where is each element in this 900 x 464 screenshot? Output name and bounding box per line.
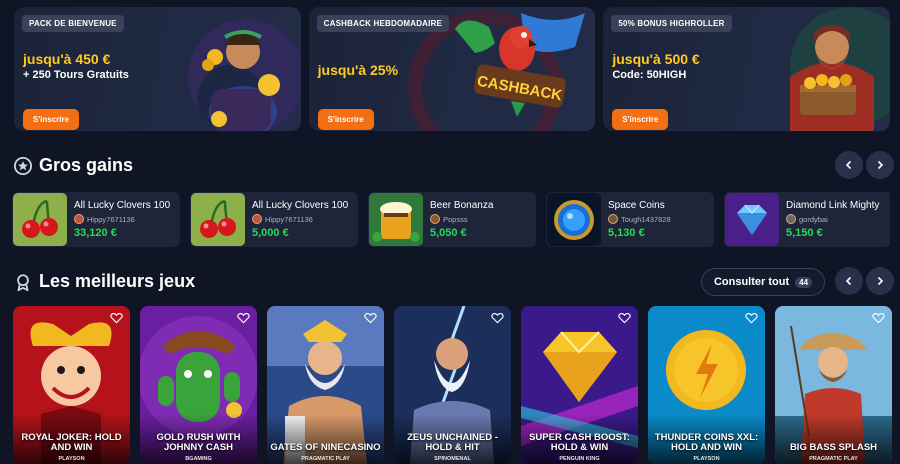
ribbon-icon (17, 273, 29, 291)
top-games-list: ROYAL JOKER: HOLD AND WIN PLAYSON GOLD R… (13, 306, 900, 464)
promo-welcome-pack[interactable]: PACK DE BIENVENUE jusqu'à 450 € + 250 To… (14, 7, 301, 131)
win-username: Popsss (443, 214, 468, 224)
win-game-name: Diamond Link Mighty (786, 200, 880, 211)
game-provider: SPINOMENAL (434, 456, 471, 462)
chevron-right-icon (877, 276, 884, 286)
avatar (608, 214, 618, 224)
big-wins-list: All Lucky Clovers 100 Hippy7671136 33,12… (12, 192, 890, 247)
promo-headline: jusqu'à 450 € (23, 51, 111, 67)
promo-banners: PACK DE BIENVENUE jusqu'à 450 € + 250 To… (14, 7, 891, 131)
promo-weekly-cashback[interactable]: CASHBACK CASHBACK HEBDOMADAIRE jusqu'à 2… (308, 7, 596, 131)
top-games-header: Les meilleurs jeux (14, 271, 195, 292)
game-provider: PLAYSON (693, 456, 720, 462)
win-amount: 5,050 € (430, 227, 467, 239)
game-provider: BGAMING (185, 456, 212, 462)
chevron-left-icon (845, 276, 852, 286)
game-title: THUNDER COINS XXL: HOLD AND WIN (654, 432, 759, 453)
game-title: ROYAL JOKER: HOLD AND WIN (21, 432, 122, 453)
favorite-heart-icon[interactable] (237, 312, 250, 324)
game-provider: PLAYSON (58, 456, 85, 462)
big-wins-next-button[interactable] (866, 151, 894, 179)
big-wins-header: Gros gains (14, 155, 133, 176)
promo-headline: jusqu'à 500 € (612, 51, 700, 67)
chevron-right-icon (877, 160, 884, 170)
section-title: Les meilleurs jeux (39, 271, 196, 291)
game-tile[interactable]: GOLD RUSH WITH JOHNNY CASH BGAMING (140, 306, 257, 464)
game-provider: PENGUIN KING (559, 456, 600, 462)
game-tile[interactable]: SUPER CASH BOOST: HOLD & WIN PENGUIN KIN… (521, 306, 638, 464)
win-amount: 5,130 € (608, 227, 645, 239)
space-coin-game-thumbnail (547, 193, 601, 246)
big-win-card[interactable]: Beer Bonanza Popsss 5,050 € (368, 192, 536, 247)
star-icon (14, 156, 32, 175)
game-title: GATES OF NINECASINO (270, 442, 381, 453)
win-amount: 5,000 € (252, 227, 289, 239)
game-tile[interactable]: BIG BASS SPLASH PRAGMATIC PLAY (775, 306, 892, 464)
avatar (74, 214, 84, 224)
favorite-heart-icon[interactable] (110, 312, 123, 324)
promo-subline: Code: 50HIGH (612, 69, 687, 81)
games-count-badge: 44 (795, 276, 813, 288)
top-games-next-button[interactable] (866, 267, 894, 295)
signup-button[interactable]: S'inscrire (317, 109, 374, 130)
promo-subline: + 250 Tours Gratuits (23, 69, 129, 81)
win-user: gordybai (786, 214, 879, 224)
win-user: Hippy7671136 (74, 214, 170, 224)
game-tile[interactable]: ROYAL JOKER: HOLD AND WIN PLAYSON (13, 306, 130, 464)
favorite-heart-icon[interactable] (364, 312, 377, 324)
view-all-button[interactable]: Consulter tout 44 (701, 268, 825, 296)
win-username: Hippy7671136 (87, 214, 135, 224)
promo-tag: CASHBACK HEBDOMADAIRE (316, 15, 450, 32)
promo-highroller-bonus[interactable]: 50% BONUS HIGHROLLER jusqu'à 500 € Code:… (603, 7, 891, 131)
win-game-name: Beer Bonanza (430, 200, 494, 211)
win-amount: 33,120 € (74, 227, 117, 239)
big-win-card[interactable]: All Lucky Clovers 100 Hippy7671136 5,000… (190, 192, 358, 247)
favorite-heart-icon[interactable] (618, 312, 631, 324)
chevron-left-icon (845, 160, 852, 170)
avatar (430, 214, 440, 224)
cherries-game-thumbnail (13, 193, 67, 246)
game-title: BIG BASS SPLASH (789, 442, 878, 453)
promo-headline: jusqu'à 25% (317, 62, 399, 78)
win-game-name: Space Coins (608, 200, 665, 211)
game-provider: PRAGMATIC PLAY (301, 456, 350, 462)
big-win-card[interactable]: Diamond Link Mighty gordybai 5,150 € (724, 192, 890, 247)
favorite-heart-icon[interactable] (745, 312, 758, 324)
game-tile[interactable]: GATES OF NINECASINO PRAGMATIC PLAY (267, 306, 384, 464)
game-title: SUPER CASH BOOST: HOLD & WIN (529, 432, 630, 453)
game-title: ZEUS UNCHAINED - HOLD & HIT (407, 432, 498, 453)
view-all-label: Consulter tout (713, 276, 790, 288)
cherries-game-thumbnail (191, 193, 245, 246)
signup-button[interactable]: S'inscrire (612, 109, 669, 130)
game-title: GOLD RUSH WITH JOHNNY CASH (156, 432, 241, 453)
section-title: Gros gains (39, 155, 134, 175)
game-provider: PRAGMATIC PLAY (809, 456, 858, 462)
promo-tag: PACK DE BIENVENUE (22, 15, 124, 32)
top-games-prev-button[interactable] (835, 267, 863, 295)
big-win-card[interactable]: All Lucky Clovers 100 Hippy7671136 33,12… (12, 192, 180, 247)
win-user: Hippy7671136 (252, 214, 348, 224)
win-game-name: All Lucky Clovers 100 (252, 200, 349, 211)
win-username: Tough1437828 (621, 214, 671, 224)
highroller-character-illustration (790, 7, 891, 131)
win-game-name: All Lucky Clovers 100 (74, 200, 171, 211)
game-tile[interactable]: ZEUS UNCHAINED - HOLD & HIT SPINOMENAL (394, 306, 511, 464)
win-username: gordybai (799, 214, 828, 224)
win-amount: 5,150 € (786, 227, 823, 239)
game-tile[interactable]: THUNDER COINS XXL: HOLD AND WIN PLAYSON (648, 306, 765, 464)
favorite-heart-icon[interactable] (872, 312, 885, 324)
win-user: Tough1437828 (608, 214, 671, 224)
avatar (786, 214, 796, 224)
beer-game-thumbnail (369, 193, 423, 246)
win-user: Popsss (430, 214, 493, 224)
favorite-heart-icon[interactable] (491, 312, 504, 324)
diamond-game-thumbnail (725, 193, 779, 246)
promo-tag: 50% BONUS HIGHROLLER (611, 15, 732, 32)
win-username: Hippy7671136 (265, 214, 313, 224)
welcome-character-illustration (187, 19, 301, 131)
avatar (252, 214, 262, 224)
signup-button[interactable]: S'inscrire (23, 109, 79, 130)
big-win-card[interactable]: Space Coins Tough1437828 5,130 € (546, 192, 714, 247)
big-wins-prev-button[interactable] (835, 151, 863, 179)
